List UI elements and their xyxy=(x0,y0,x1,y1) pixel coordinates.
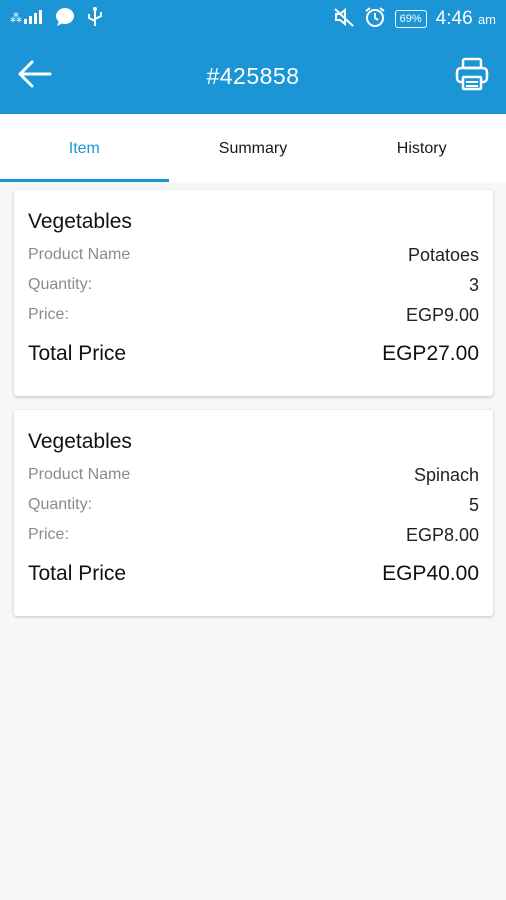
status-right-icons: 69% 4:46 am xyxy=(333,6,496,33)
quantity-row: Quantity: 3 xyxy=(28,270,479,300)
tab-history[interactable]: History xyxy=(337,114,506,182)
order-number-title: #425858 xyxy=(206,63,300,89)
total-price-row: Total Price EGP27.00 xyxy=(28,342,479,366)
mute-icon xyxy=(333,7,355,32)
price-value: EGP8.00 xyxy=(405,524,479,545)
price-label: Price: xyxy=(28,306,69,323)
total-price-value: EGP27.00 xyxy=(382,342,479,365)
quantity-row: Quantity: 5 xyxy=(28,490,479,520)
quantity-label: Quantity: xyxy=(28,276,93,293)
tab-summary[interactable]: Summary xyxy=(169,114,338,182)
quantity-value: 5 xyxy=(468,494,479,515)
app-bar: #425858 xyxy=(0,38,506,114)
product-name-label: Product Name xyxy=(28,246,131,263)
status-bar: ⁂ 69% 4:46 am xyxy=(0,0,506,38)
order-item-card: Vegetables Product Name Spinach Quantity… xyxy=(14,410,493,616)
product-name-row: Product Name Spinach xyxy=(28,460,479,490)
total-price-label: Total Price xyxy=(28,562,127,585)
quantity-label: Quantity: xyxy=(28,496,93,513)
item-category: Vegetables xyxy=(28,210,132,233)
price-value: EGP9.00 xyxy=(405,304,479,325)
quantity-value: 3 xyxy=(468,274,479,295)
price-row: Price: EGP9.00 xyxy=(28,300,479,330)
tab-bar: Item Summary History xyxy=(0,114,506,182)
status-left-icons: ⁂ xyxy=(10,7,104,31)
product-name-value: Spinach xyxy=(413,464,479,485)
total-price-row: Total Price EGP40.00 xyxy=(28,562,479,586)
print-button[interactable] xyxy=(452,56,492,96)
product-name-label: Product Name xyxy=(28,466,131,483)
printer-icon xyxy=(454,56,490,97)
product-name-row: Product Name Potatoes xyxy=(28,240,479,270)
product-name-value: Potatoes xyxy=(407,244,479,265)
price-row: Price: EGP8.00 xyxy=(28,520,479,550)
signal-icon: ⁂ xyxy=(10,8,44,30)
svg-text:⁂: ⁂ xyxy=(10,11,22,25)
usb-icon xyxy=(86,7,104,31)
total-price-value: EGP40.00 xyxy=(382,562,479,585)
total-price-label: Total Price xyxy=(28,342,127,365)
order-item-card: Vegetables Product Name Potatoes Quantit… xyxy=(14,190,493,396)
chat-icon xyxy=(54,7,76,31)
battery-icon: 69% xyxy=(394,10,427,28)
item-category: Vegetables xyxy=(28,430,132,453)
alarm-icon xyxy=(364,6,386,33)
status-clock: 4:46 am xyxy=(435,8,496,29)
tab-item[interactable]: Item xyxy=(0,114,169,182)
price-label: Price: xyxy=(28,526,69,543)
